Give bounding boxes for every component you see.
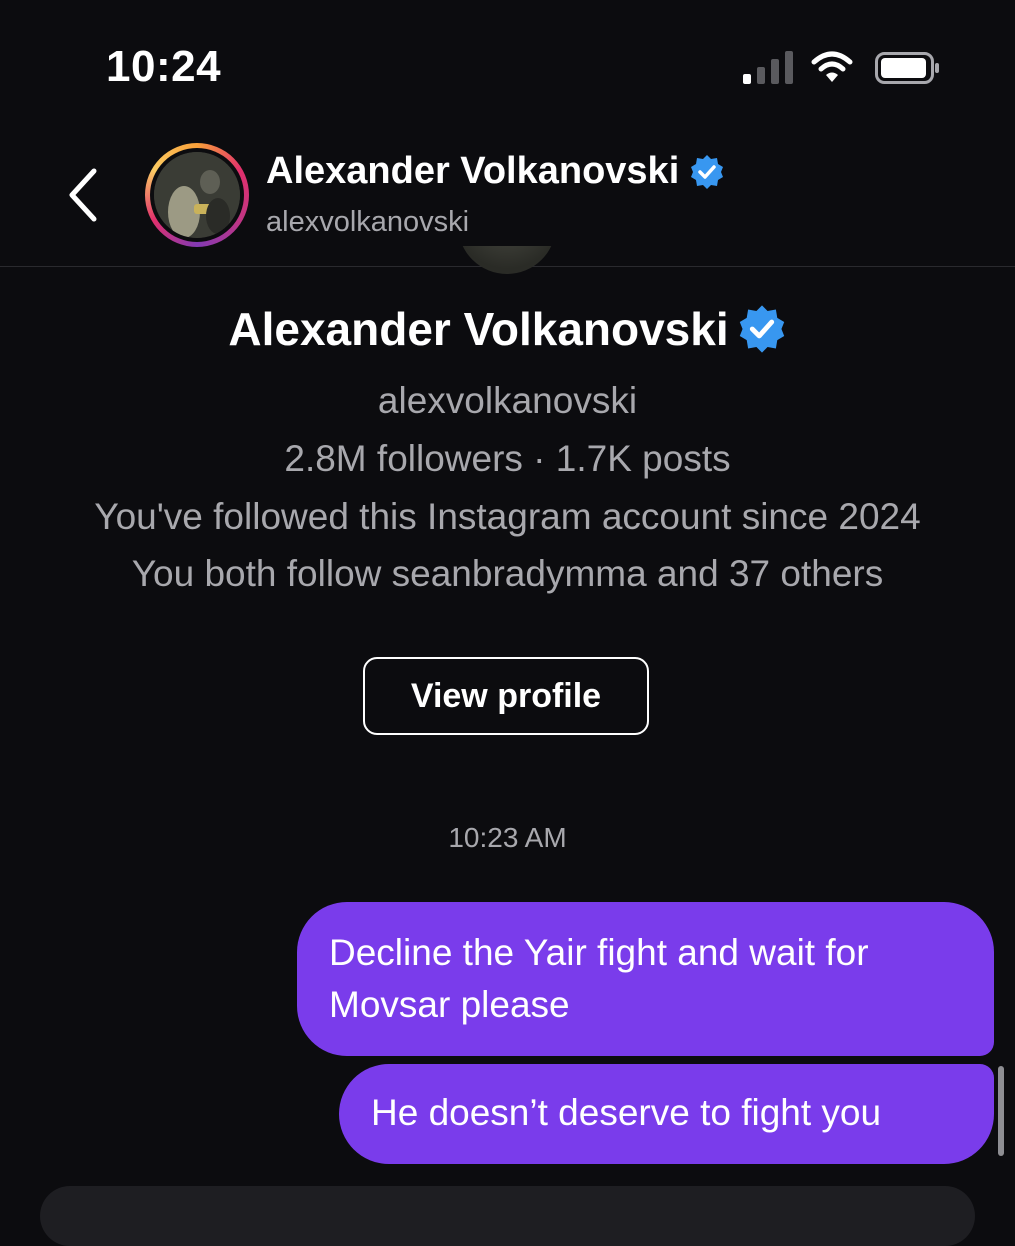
- cellular-signal-icon: [743, 51, 793, 84]
- message-text: He doesn’t deserve to fight you: [371, 1092, 882, 1133]
- scrollbar[interactable]: [998, 1066, 1004, 1156]
- avatar-image: [154, 152, 240, 238]
- avatar[interactable]: [145, 143, 249, 247]
- wifi-icon: [811, 51, 853, 82]
- battery-icon: [875, 52, 939, 84]
- verified-badge-icon: [691, 154, 724, 189]
- header-name: Alexander Volkanovski: [266, 150, 680, 192]
- header-handle: alexvolkanovski: [266, 206, 470, 238]
- verified-badge-icon: [739, 305, 784, 353]
- message-text: Decline the Yair fight and wait for Movs…: [329, 932, 869, 1025]
- profile-name: Alexander Volkanovski: [228, 303, 729, 355]
- status-bar: 10:24: [0, 0, 1015, 130]
- header-name-row[interactable]: Alexander Volkanovski: [266, 150, 725, 193]
- back-button[interactable]: [58, 160, 108, 230]
- profile-name-row: Alexander Volkanovski: [0, 302, 1015, 356]
- message-bubble[interactable]: Decline the Yair fight and wait for Movs…: [297, 902, 994, 1056]
- profile-handle: alexvolkanovski: [377, 380, 638, 421]
- chevron-left-icon: [69, 168, 97, 222]
- message-timestamp: 10:23 AM: [448, 822, 567, 853]
- view-profile-button[interactable]: View profile: [363, 657, 649, 735]
- followed-since-text: You've followed this Instagram account s…: [94, 496, 921, 537]
- profile-stats: 2.8M followers · 1.7K posts: [284, 438, 731, 479]
- status-time: 10:24: [106, 42, 222, 91]
- message-composer[interactable]: [40, 1186, 975, 1246]
- message-bubble[interactable]: He doesn’t deserve to fight you: [339, 1064, 994, 1164]
- profile-avatar-partial: [458, 246, 556, 276]
- mutual-followers-text: You both follow seanbradymma and 37 othe…: [131, 553, 884, 594]
